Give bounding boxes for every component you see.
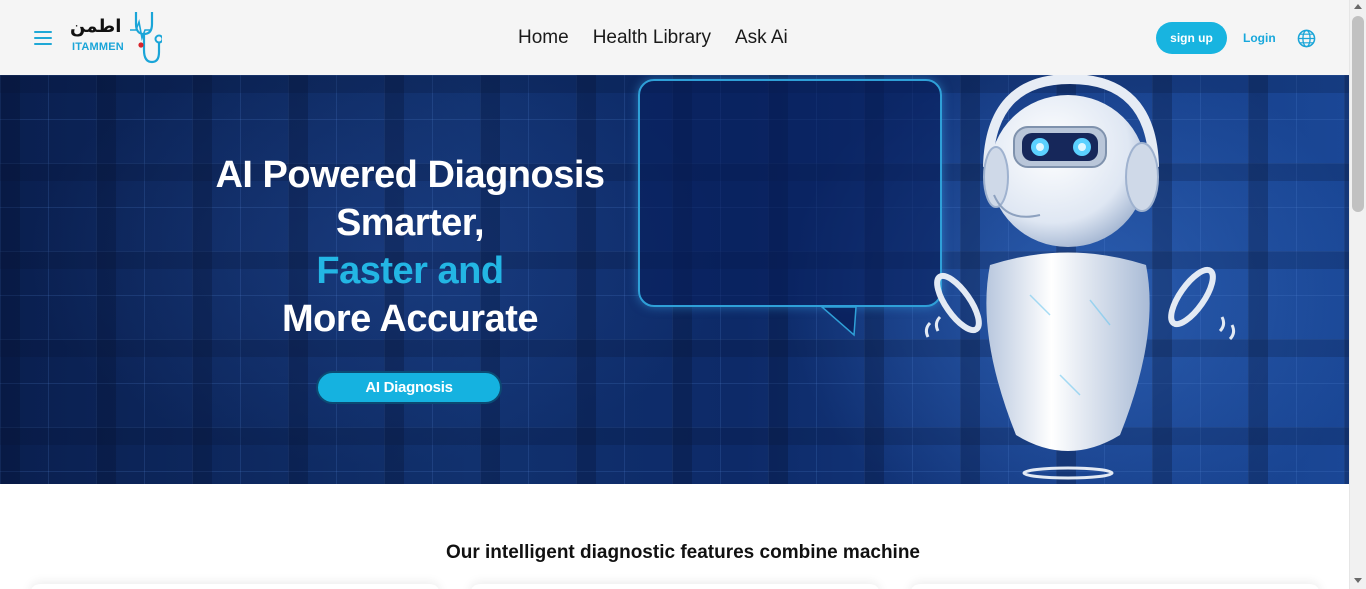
nav-health-library[interactable]: Health Library [593,27,711,49]
logo-arabic-text: اطمن [70,16,122,37]
logo-english-text: ITAMMEN [72,41,124,53]
scroll-down-arrow-icon[interactable] [1354,578,1362,583]
ai-diagnosis-button[interactable]: AI Diagnosis [316,371,502,404]
chat-bubble-tail [820,307,857,337]
site-logo[interactable]: اطمن ITAMMEN [70,10,162,66]
page-scrollbar[interactable] [1349,0,1366,589]
hero-line-2: Smarter, [335,202,485,244]
features-heading: Our intelligent diagnostic features comb… [445,542,921,563]
nav-ask-ai[interactable]: Ask Ai [735,27,788,49]
login-link[interactable]: Login [1243,31,1276,45]
top-navbar: اطمن ITAMMEN Home Health Library Ask Ai … [0,0,1349,75]
hero-banner: AI Powered Diagnosis Smarter, Faster and… [0,75,1349,484]
hamburger-menu-icon[interactable] [33,30,53,46]
hero-line-3: Faster and [316,250,504,292]
globe-icon[interactable] [1297,29,1316,48]
scroll-up-arrow-icon[interactable] [1354,4,1362,9]
main-nav: Home Health Library Ask Ai [518,27,788,49]
hero-headline: AI Powered Diagnosis Smarter, Faster and… [200,151,620,343]
feature-card [470,584,880,589]
feature-card [30,584,440,589]
robot-illustration [924,75,1236,480]
hero-line-4: More Accurate [281,298,539,340]
nav-home[interactable]: Home [518,27,569,49]
stethoscope-icon [130,12,162,64]
page: اطمن ITAMMEN Home Health Library Ask Ai … [0,0,1349,589]
signup-button[interactable]: sign up [1156,22,1227,54]
feature-card [910,584,1320,589]
hero-line-1: AI Powered Diagnosis [215,154,605,196]
scroll-thumb[interactable] [1352,16,1364,212]
chat-bubble-graphic [638,79,942,307]
